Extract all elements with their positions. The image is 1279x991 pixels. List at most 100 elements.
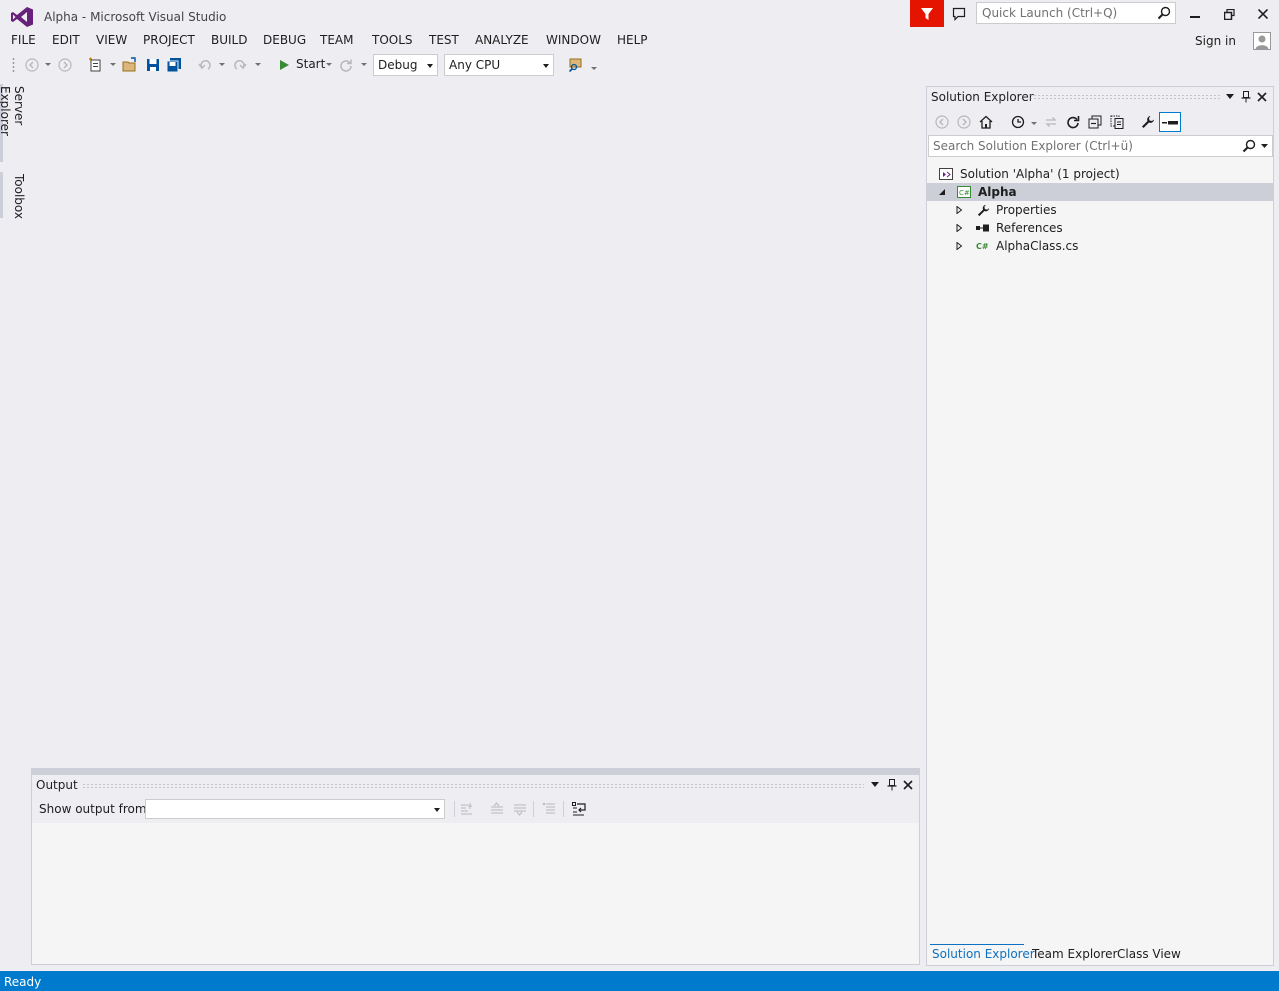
toolbar-grip[interactable] (12, 57, 15, 73)
se-preview-selected-button[interactable] (1159, 112, 1181, 132)
restore-button[interactable] (1215, 4, 1243, 24)
drag-grip[interactable] (82, 783, 864, 789)
start-label[interactable]: Start (296, 57, 325, 71)
solution-platform-select[interactable]: Any CPU (444, 54, 554, 76)
menu-window[interactable]: WINDOW (546, 33, 601, 47)
redo-button[interactable] (231, 56, 249, 74)
feedback-button[interactable] (910, 0, 944, 27)
toolbar-separator (563, 801, 564, 817)
search-icon[interactable] (1157, 6, 1171, 20)
menu-file[interactable]: FILE (11, 33, 36, 47)
menu-tools[interactable]: TOOLS (372, 33, 413, 47)
toolbar-overflow-icon[interactable] (591, 67, 597, 70)
se-home-button[interactable] (977, 113, 995, 131)
account-button[interactable] (1253, 32, 1271, 50)
pending-changes-dropdown-icon[interactable] (1031, 122, 1037, 125)
menu-project[interactable]: PROJECT (143, 33, 195, 47)
solution-explorer-header[interactable]: Solution Explorer (927, 87, 1273, 109)
save-all-button[interactable] (165, 56, 183, 74)
find-in-files-button[interactable] (567, 56, 585, 74)
drag-grip[interactable] (1029, 94, 1221, 100)
se-pending-changes-button[interactable] (1009, 113, 1027, 131)
output-auto-hide-button[interactable] (885, 778, 899, 792)
se-refresh-button[interactable] (1064, 113, 1082, 131)
wrench-icon (1142, 116, 1154, 128)
save-button[interactable] (144, 56, 162, 74)
undo-dropdown-icon[interactable] (219, 63, 225, 66)
clear-all-icon (542, 802, 555, 814)
chevron-down-icon (427, 64, 433, 68)
expand-triangle-icon[interactable] (954, 241, 964, 251)
toggle-word-wrap-button[interactable] (571, 801, 587, 817)
menu-build[interactable]: BUILD (211, 33, 247, 47)
open-file-button[interactable] (121, 56, 139, 74)
new-project-dropdown-icon[interactable] (110, 63, 116, 66)
project-node[interactable]: C# Alpha (927, 183, 1273, 201)
solution-explorer-search-input[interactable] (929, 136, 1229, 156)
clock-icon (1011, 115, 1025, 129)
redo-dropdown-icon[interactable] (255, 63, 261, 66)
wrench-icon (976, 203, 990, 217)
properties-node[interactable]: Properties (927, 201, 1273, 219)
active-tab-indicator (930, 944, 1024, 945)
alphaclass-node[interactable]: C# AlphaClass.cs (927, 237, 1273, 255)
quick-launch[interactable] (976, 2, 1176, 24)
solution-configuration-select[interactable]: Debug (373, 54, 438, 76)
start-button[interactable] (275, 56, 293, 74)
open-folder-icon (122, 57, 136, 72)
restore-icon (1223, 8, 1235, 20)
user-account-icon (1253, 32, 1271, 50)
start-dropdown-icon[interactable] (326, 63, 332, 66)
clear-all-button[interactable] (541, 801, 557, 817)
server-explorer-tab[interactable]: Server Explorer (0, 84, 26, 162)
menu-team[interactable]: TEAM (320, 33, 353, 47)
solution-explorer-search[interactable] (928, 135, 1273, 157)
window-position-button[interactable] (1223, 90, 1237, 104)
tab-class-view[interactable]: Class View (1117, 947, 1181, 961)
expand-triangle-icon[interactable] (954, 205, 964, 215)
menu-test[interactable]: TEST (429, 33, 459, 47)
navigate-forward-button[interactable] (56, 56, 74, 74)
comment-button[interactable] (948, 4, 970, 24)
tab-solution-explorer[interactable]: Solution Explorer (932, 947, 1035, 961)
find-message-in-code-button[interactable] (459, 801, 475, 817)
se-forward-button[interactable] (955, 113, 973, 131)
solution-node[interactable]: Solution 'Alpha' (1 project) (927, 165, 1273, 183)
se-back-button[interactable] (933, 113, 951, 131)
go-to-previous-message-button[interactable] (489, 801, 505, 817)
se-show-all-files-button[interactable] (1108, 113, 1126, 131)
undo-button[interactable] (196, 56, 214, 74)
output-header[interactable]: Output (32, 775, 919, 795)
references-node[interactable]: References (927, 219, 1273, 237)
expand-triangle-icon[interactable] (954, 223, 964, 233)
refresh-button[interactable] (337, 56, 355, 74)
se-sync-button[interactable] (1042, 113, 1060, 131)
minimize-button[interactable] (1181, 4, 1209, 24)
search-options-icon[interactable] (1261, 144, 1268, 149)
close-button[interactable] (1249, 4, 1277, 24)
toolbox-tab[interactable]: Toolbox (4, 172, 26, 219)
menu-debug[interactable]: DEBUG (263, 33, 306, 47)
menu-help[interactable]: HELP (617, 33, 648, 47)
navigate-back-button[interactable] (23, 56, 41, 74)
close-panel-button[interactable] (1255, 90, 1269, 104)
go-to-next-message-button[interactable] (512, 801, 528, 817)
se-properties-button[interactable] (1139, 113, 1157, 131)
back-dropdown-icon[interactable] (45, 63, 51, 66)
tab-team-explorer[interactable]: Team Explorer (1032, 947, 1118, 961)
output-close-button[interactable] (901, 778, 915, 792)
menu-view[interactable]: VIEW (96, 33, 127, 47)
refresh-dropdown-icon[interactable] (361, 63, 367, 66)
auto-hide-button[interactable] (1239, 90, 1253, 104)
output-source-select[interactable] (145, 799, 445, 819)
menu-analyze[interactable]: ANALYZE (475, 33, 529, 47)
se-collapse-all-button[interactable] (1086, 113, 1104, 131)
collapse-triangle-icon[interactable] (937, 187, 947, 197)
new-project-button[interactable] (87, 56, 105, 74)
sign-in-link[interactable]: Sign in (1195, 34, 1236, 48)
quick-launch-input[interactable] (977, 3, 1153, 23)
output-window-position-button[interactable] (868, 778, 882, 792)
menu-edit[interactable]: EDIT (52, 33, 80, 47)
alphaclass-label: AlphaClass.cs (996, 239, 1079, 253)
search-icon[interactable] (1242, 139, 1256, 153)
